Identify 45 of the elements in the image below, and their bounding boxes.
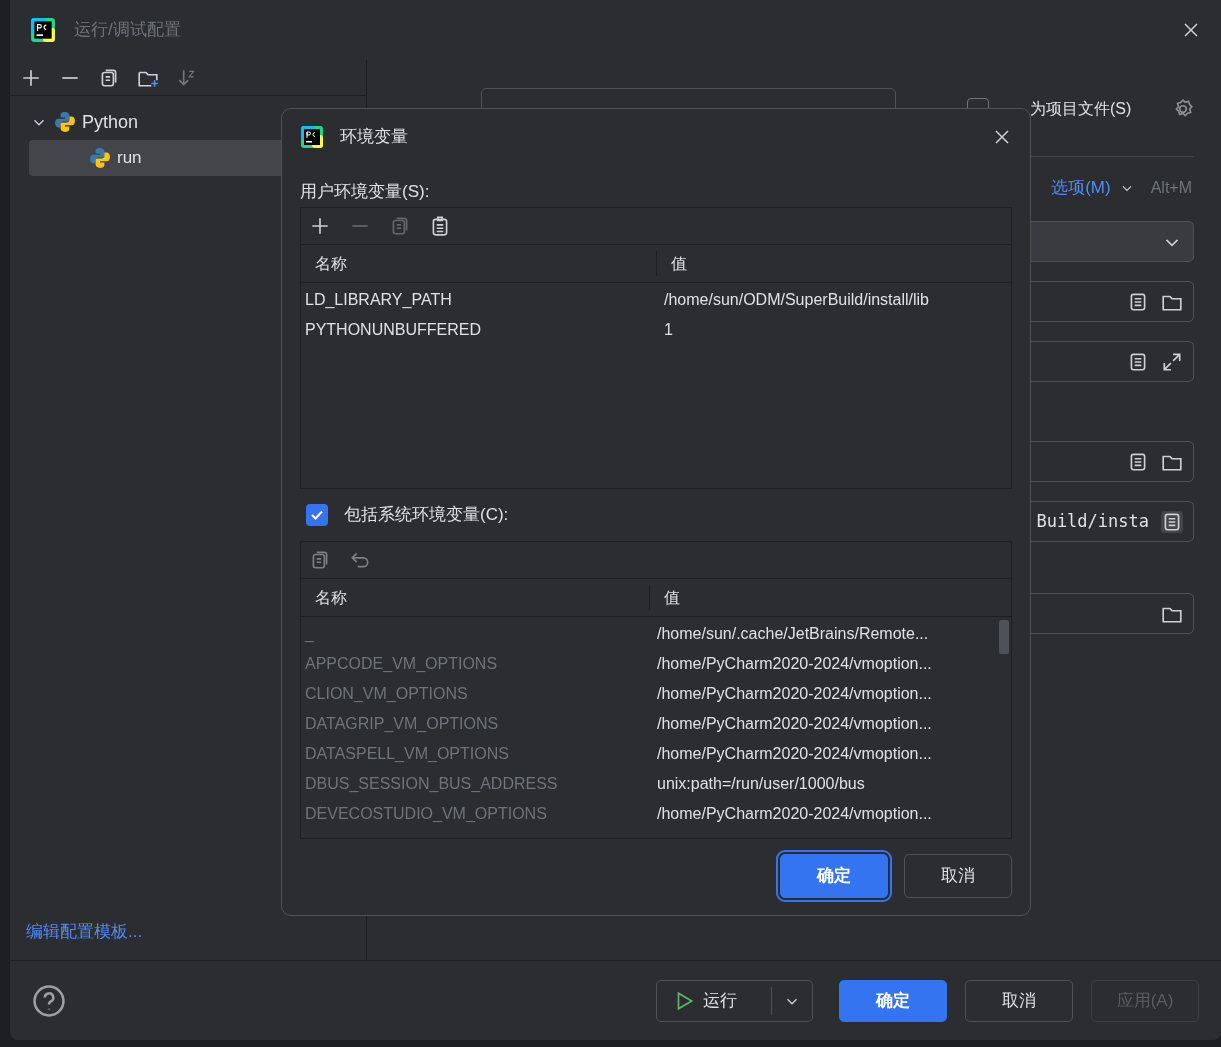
column-header[interactable]: 值	[650, 585, 680, 610]
table-cell-text: LD_LIBRARY_PATH	[304, 290, 453, 310]
table-cell-text: APPCODE_VM_OPTIONS	[304, 654, 499, 674]
checkbox-label: 包括系统环境变量(C):	[344, 504, 509, 527]
table-cell-text: /home/sun/.cache/JetBrains/Remote...	[656, 624, 929, 644]
table-cell-text: /home/PyCharm2020-2024/vmoption...	[656, 714, 932, 734]
table-cell-text: DBUS_SESSION_BUS_ADDRESS	[304, 774, 559, 794]
table-cell-text: /home/PyCharm2020-2024/vmoption...	[656, 804, 932, 824]
python-icon	[54, 111, 76, 133]
options-link[interactable]: 选项(M)	[1051, 175, 1111, 201]
run-button-group[interactable]: 运行	[656, 979, 813, 1022]
add-icon[interactable]	[309, 215, 331, 237]
checkbox-label: 为项目文件(S)	[1030, 98, 1132, 119]
table-cell-text: DEVECOSTUDIO_VM_OPTIONS	[304, 804, 548, 824]
section-label: 用户环境变量(S):	[300, 181, 431, 203]
table-cell-text: /home/PyCharm2020-2024/vmoption...	[656, 684, 932, 704]
shortcut-hint: Alt+M	[1150, 178, 1192, 198]
table-cell-text: unix:path=/run/user/1000/bus	[656, 774, 865, 794]
dialog-button[interactable]: 取消	[965, 979, 1073, 1022]
window-title: 运行/调试配置	[74, 19, 181, 42]
edit-templates-link[interactable]: 编辑配置模板...	[26, 918, 143, 944]
expand-icon[interactable]	[1161, 350, 1183, 373]
table-cell-text: PYTHONUNBUFFERED	[304, 320, 482, 340]
field-value: Build/insta	[1036, 509, 1149, 533]
checkbox[interactable]	[306, 504, 328, 526]
column-header[interactable]: 名称	[301, 585, 650, 610]
help-icon[interactable]	[32, 983, 66, 1018]
python-icon	[89, 147, 111, 169]
dialog-button[interactable]: 取消	[904, 854, 1012, 898]
table-cell-text: DATASPELL_VM_OPTIONS	[304, 744, 510, 764]
document-icon[interactable]	[1161, 510, 1183, 533]
table-cell-text: 1	[663, 320, 673, 340]
column-header[interactable]: 名称	[301, 251, 657, 276]
dialog-button[interactable]: 确定	[839, 979, 947, 1022]
table-cell-text: /home/sun/ODM/SuperBuild/install/lib	[663, 290, 929, 310]
app-logo-icon	[300, 125, 324, 149]
table-cell-text: /home/PyCharm2020-2024/vmoption...	[656, 654, 932, 674]
app-logo-icon	[30, 17, 56, 43]
scrollbar-thumb[interactable]	[999, 620, 1009, 654]
table-cell-text: /home/PyCharm2020-2024/vmoption...	[656, 744, 932, 764]
run-button[interactable]: 运行	[657, 980, 771, 1021]
table-cell-text: _	[303, 624, 315, 644]
table-cell-text: DATAGRIP_VM_OPTIONS	[304, 714, 500, 734]
column-header[interactable]: 值	[657, 251, 687, 276]
table-cell-text: CLION_VM_OPTIONS	[304, 684, 469, 704]
